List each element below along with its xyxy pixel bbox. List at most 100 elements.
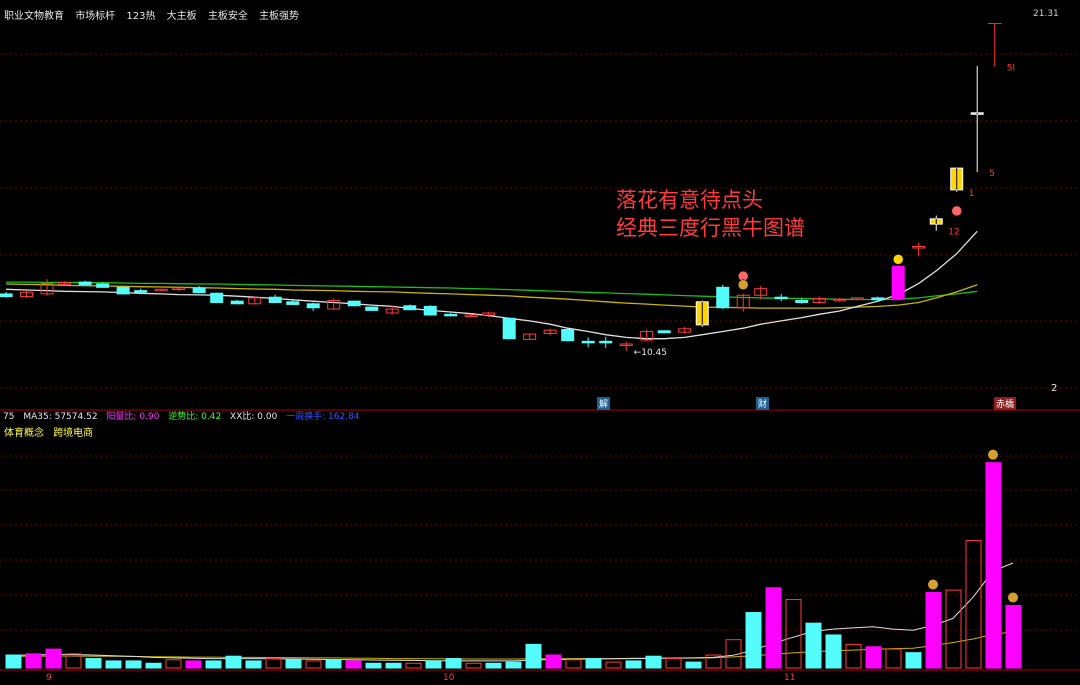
- flower-icon: [951, 205, 962, 217]
- volume-bar: [505, 661, 522, 669]
- ma-line-white: [6, 230, 978, 340]
- volume-bar: [5, 654, 22, 669]
- x-tick-label: 9: [46, 673, 52, 683]
- candle-body: [192, 287, 206, 294]
- price-candles: [0, 23, 1002, 352]
- volume-grid: [0, 455, 1080, 671]
- candle-body: [347, 300, 361, 307]
- volume-bar: [565, 659, 582, 669]
- candle-count-label: 5: [989, 169, 995, 179]
- volume-bar: [645, 655, 662, 669]
- tag-item[interactable]: 主板安全: [208, 11, 248, 22]
- volume-bar: [965, 540, 982, 669]
- concept-tags: 体育概念 跨境电商: [4, 424, 99, 439]
- volume-bar: [1005, 604, 1022, 669]
- volume-bar: [285, 659, 302, 669]
- stat-item: 75: [3, 412, 15, 422]
- candle-body: [268, 296, 282, 303]
- event-marker-2[interactable]: 财: [756, 397, 770, 410]
- candle-body: [116, 286, 130, 295]
- volume-bar: [545, 654, 562, 669]
- candle-body: [423, 305, 437, 316]
- candle-body: [444, 313, 458, 317]
- volume-bar: [125, 660, 142, 669]
- candle-body: [795, 300, 809, 303]
- volume-bar: [525, 643, 542, 669]
- volume-bar: [785, 599, 802, 669]
- volume-bar: [825, 634, 842, 669]
- ma-line-yellow: [6, 283, 978, 309]
- volume-bars: [5, 462, 1022, 669]
- candle-body: [134, 290, 148, 293]
- stat-item: 阳量比: 0.90: [106, 412, 160, 422]
- volume-bar: [225, 655, 242, 669]
- x-tick-label: 10: [443, 673, 455, 683]
- volume-bar: [465, 662, 482, 669]
- candle-body: [78, 281, 92, 286]
- volume-bar: [625, 660, 642, 669]
- tag-item[interactable]: 主板强势: [259, 11, 299, 22]
- volume-bar: [305, 660, 322, 669]
- stat-item: XX比: 0.00: [230, 412, 278, 422]
- candle-body: [657, 330, 671, 334]
- candle-body: [581, 340, 595, 344]
- volume-bar: [945, 589, 962, 669]
- money-bag-icon: [1008, 592, 1018, 603]
- volume-bar: [605, 661, 622, 669]
- tag-item[interactable]: 市场标杆: [75, 11, 115, 22]
- candle-body: [0, 293, 13, 298]
- volume-bar: [85, 658, 102, 669]
- candle-body: [306, 303, 320, 309]
- candle-body: [210, 292, 224, 303]
- volume-bar: [865, 646, 882, 669]
- low-price-label: ←10.45: [634, 348, 667, 358]
- volume-bar: [345, 660, 362, 669]
- ma-line-green: [6, 281, 978, 301]
- volume-bar: [905, 652, 922, 669]
- volume-ma-white: [12, 562, 1014, 662]
- concept-item[interactable]: 跨境电商: [53, 428, 93, 439]
- volume-bar: [485, 662, 502, 669]
- volume-bar: [205, 660, 222, 669]
- annotation-line-1: 落花有意待点头: [616, 188, 763, 212]
- volume-bar: [365, 662, 382, 669]
- candle-body: [561, 328, 575, 342]
- tag-item[interactable]: 123热: [126, 11, 155, 22]
- volume-stats-row: 75 MA35: 57574.52 阳量比: 0.90 逆势比: 0.42 XX…: [3, 409, 366, 422]
- volume-bar: [425, 660, 442, 669]
- candle-body: [230, 300, 244, 305]
- tag-item[interactable]: 职业文物教育: [4, 11, 64, 22]
- volume-ma-lines: [12, 562, 1014, 662]
- signal-icons: [737, 205, 1018, 603]
- volume-bar: [925, 591, 942, 669]
- stock-chart: ←10.45 12 1 5 5I: [0, 23, 1080, 671]
- volume-bar: [665, 658, 682, 669]
- concept-item[interactable]: 体育概念: [4, 428, 44, 439]
- event-marker-3[interactable]: 赤橋: [994, 397, 1017, 410]
- candle-body: [403, 305, 417, 311]
- candle-body: [599, 340, 613, 344]
- chart-grid: [0, 53, 1080, 411]
- volume-bar: [685, 661, 702, 669]
- candle-body: [502, 317, 516, 340]
- candle-count-label: 1: [969, 189, 975, 199]
- volume-bar: [165, 659, 182, 669]
- stat-item: MA35: 57574.52: [23, 412, 98, 422]
- candle-body: [891, 265, 905, 300]
- top-price-label: 21.31: [1033, 9, 1059, 19]
- volume-bar: [265, 658, 282, 669]
- volume-bar: [805, 622, 822, 669]
- tag-item[interactable]: 大主板: [167, 11, 197, 22]
- volume-bar: [585, 658, 602, 669]
- event-marker-1[interactable]: 解: [597, 397, 611, 410]
- stat-item: 一周换手: 162.84: [286, 412, 360, 422]
- volume-bar: [145, 662, 162, 669]
- candle-body: [716, 286, 730, 309]
- volume-bar: [765, 587, 782, 669]
- x-tick-label: 11: [784, 673, 796, 683]
- volume-bar: [325, 659, 342, 669]
- stock-tag-bar: 职业文物教育 市场标杆 123热 大主板 主板安全 主板强势: [4, 7, 307, 22]
- volume-ma-yellow: [13, 631, 1014, 660]
- volume-bar: [185, 660, 202, 669]
- smiley-icon: [892, 254, 904, 265]
